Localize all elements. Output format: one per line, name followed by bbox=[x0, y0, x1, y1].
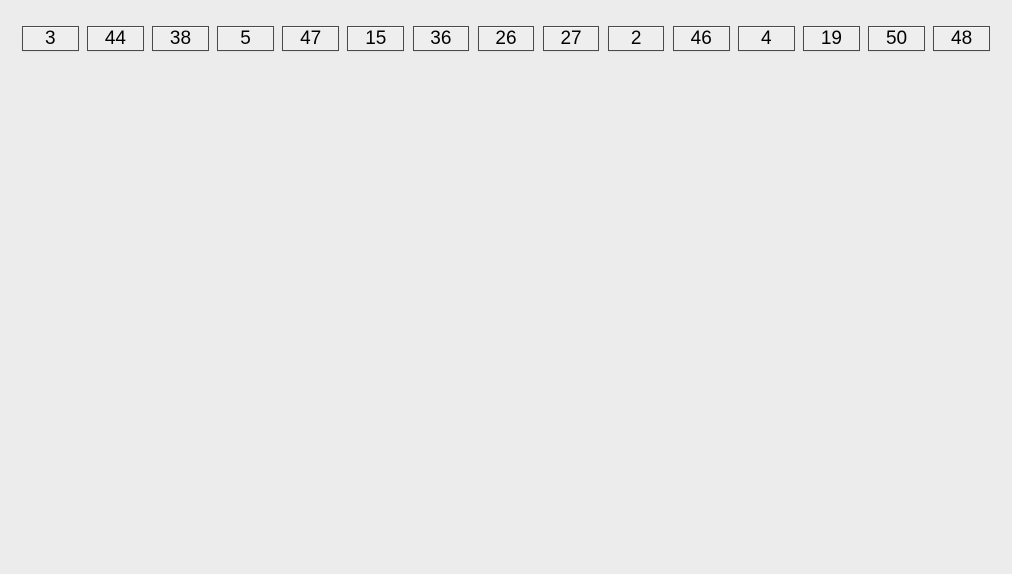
number-cell[interactable]: 50 bbox=[868, 26, 925, 51]
number-cell[interactable]: 15 bbox=[347, 26, 404, 51]
number-row: 3 44 38 5 47 15 36 26 27 2 46 4 19 50 48 bbox=[0, 0, 1012, 51]
number-cell[interactable]: 4 bbox=[738, 26, 795, 51]
number-cell[interactable]: 27 bbox=[543, 26, 600, 51]
number-cell[interactable]: 46 bbox=[673, 26, 730, 51]
number-cell[interactable]: 48 bbox=[933, 26, 990, 51]
number-cell[interactable]: 19 bbox=[803, 26, 860, 51]
number-cell[interactable]: 36 bbox=[413, 26, 470, 51]
number-cell[interactable]: 38 bbox=[152, 26, 209, 51]
number-cell[interactable]: 44 bbox=[87, 26, 144, 51]
number-cell[interactable]: 2 bbox=[608, 26, 665, 51]
number-cell[interactable]: 26 bbox=[478, 26, 535, 51]
number-cell[interactable]: 3 bbox=[22, 26, 79, 51]
number-cell[interactable]: 5 bbox=[217, 26, 274, 51]
number-cell[interactable]: 47 bbox=[282, 26, 339, 51]
